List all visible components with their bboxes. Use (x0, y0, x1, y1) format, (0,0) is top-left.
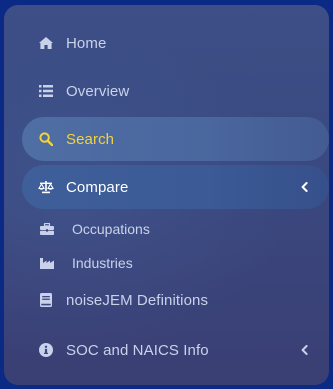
sidebar-subitem-industries[interactable]: Industries (40, 250, 133, 276)
sidebar-item-label: noiseJEM Definitions (66, 291, 209, 309)
sidebar-item-compare[interactable]: Compare (22, 165, 329, 209)
sidebar-subitem-label: Occupations (72, 221, 150, 237)
sidebar-item-label: SOC and NAICS Info (66, 341, 209, 359)
search-icon (38, 131, 54, 147)
sidebar-item-soc-naics-info[interactable]: SOC and NAICS Info (18, 328, 329, 372)
briefcase-icon (40, 222, 54, 236)
app-frame: Home Overview Search Compare Occupations… (0, 0, 333, 389)
sidebar-item-search[interactable]: Search (22, 117, 329, 161)
sidebar-item-overview[interactable]: Overview (18, 69, 329, 113)
sidebar: Home Overview Search Compare Occupations… (4, 5, 329, 385)
sidebar-item-home[interactable]: Home (18, 21, 329, 65)
sidebar-item-label: Compare (66, 178, 129, 196)
sidebar-subitem-occupations[interactable]: Occupations (40, 216, 150, 242)
industry-icon (40, 256, 54, 270)
balance-scale-icon (38, 179, 54, 195)
book-icon (38, 292, 54, 308)
chevron-left-icon[interactable] (299, 181, 309, 193)
sidebar-item-label: Home (66, 34, 107, 52)
home-icon (38, 35, 54, 51)
info-circle-icon (38, 342, 54, 358)
sidebar-item-label: Overview (66, 82, 130, 100)
sidebar-subitem-label: Industries (72, 255, 133, 271)
chevron-left-icon[interactable] (299, 344, 309, 356)
list-icon (38, 83, 54, 99)
sidebar-item-label: Search (66, 130, 115, 148)
sidebar-item-noisejem-definitions[interactable]: noiseJEM Definitions (18, 278, 329, 322)
